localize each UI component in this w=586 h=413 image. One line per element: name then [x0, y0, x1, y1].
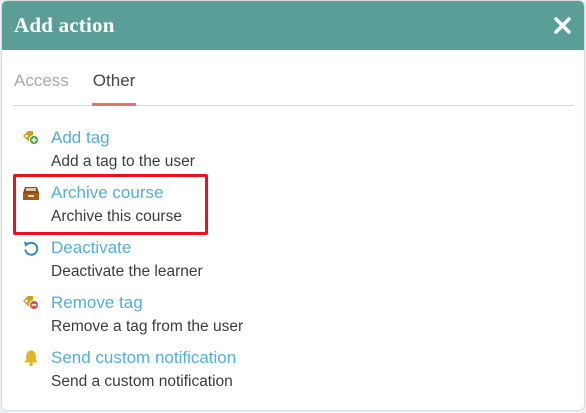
dialog-header: Add action — [2, 1, 584, 50]
action-description: Send a custom notification — [51, 373, 233, 390]
tab-access[interactable]: Access — [13, 67, 70, 105]
highlight-annotation — [13, 174, 208, 235]
tab-other[interactable]: Other — [91, 67, 137, 106]
tag-plus-icon — [23, 131, 40, 146]
tab-bar: Access Other — [13, 67, 574, 106]
close-icon — [553, 17, 571, 34]
action-label[interactable]: Send custom notification — [51, 348, 236, 368]
action-label[interactable]: Add tag — [51, 128, 110, 148]
action-label[interactable]: Deactivate — [51, 238, 131, 258]
close-button[interactable] — [550, 14, 574, 38]
action-description: Remove a tag from the user — [51, 318, 244, 335]
bell-icon — [24, 350, 38, 367]
dialog-title: Add action — [14, 13, 115, 37]
action-description: Deactivate the learner — [51, 263, 203, 280]
action-label[interactable]: Remove tag — [51, 293, 143, 313]
rotate-left-icon — [24, 241, 39, 256]
action-description: Add a tag to the user — [51, 153, 195, 170]
tag-minus-icon — [23, 296, 40, 311]
